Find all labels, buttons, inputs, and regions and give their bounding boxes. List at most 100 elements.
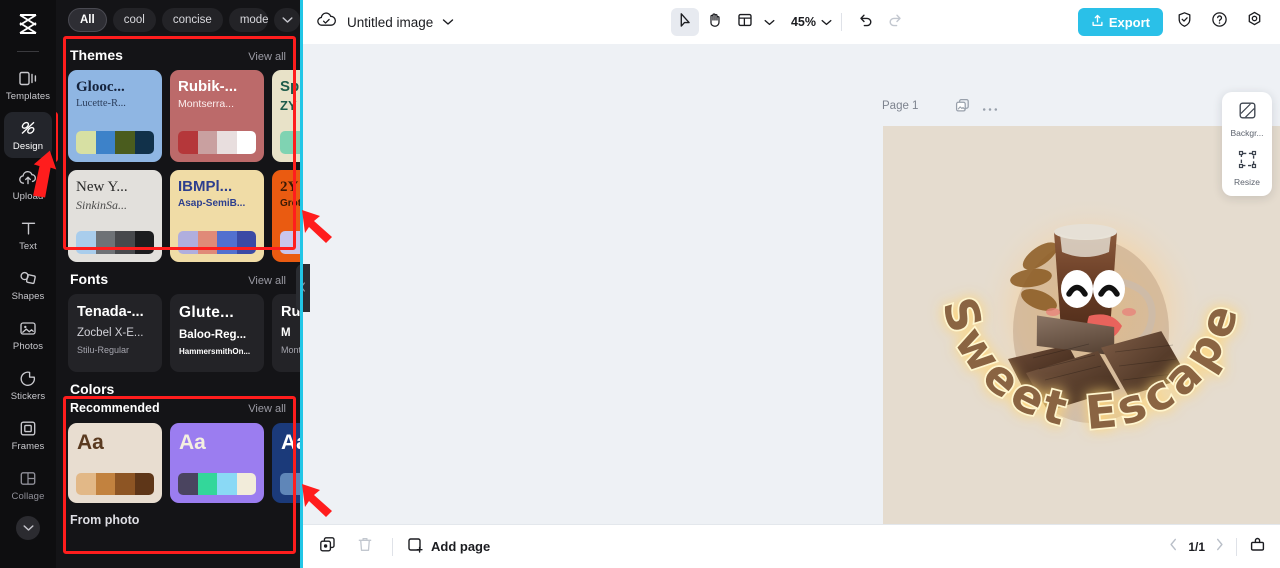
sidebar-item-templates[interactable]: Templates [4, 62, 52, 108]
colors-recommended-label: Recommended [70, 401, 160, 415]
canvas-area[interactable]: Page 1 Sweet Escape Backgr... Resize [300, 44, 1280, 524]
title-dropdown-chevron-icon[interactable] [442, 18, 454, 26]
bottom-bar: Add page 1/1 [300, 524, 1280, 568]
upload-icon [18, 168, 38, 188]
theme-font1: New Y... [76, 179, 128, 195]
resize-tool-button[interactable]: Resize [1224, 150, 1270, 187]
panel-collapse-handle[interactable] [296, 264, 310, 312]
themes-title: Themes [70, 47, 123, 63]
color-card[interactable]: Aa [272, 423, 300, 503]
sidebar-item-collage[interactable]: Collage [4, 462, 52, 508]
fonts-view-all-link[interactable]: View all [248, 275, 286, 287]
sidebar-item-upload[interactable]: Upload [4, 162, 52, 208]
themes-view-all-link[interactable]: View all [248, 51, 286, 63]
export-button[interactable]: Export [1077, 8, 1163, 36]
top-toolbar: Untitled image 45% Export [300, 0, 1280, 44]
theme-font2: Lucette-R... [76, 98, 126, 110]
filter-chip-cool[interactable]: cool [112, 8, 156, 32]
color-card[interactable]: Aa [170, 423, 264, 503]
font-card[interactable]: Glute... Baloo-Reg... HammersmithOn... [170, 294, 264, 372]
font-name-3: Stilu-Regular [77, 345, 130, 356]
theme-card[interactable]: Glooc... Lucette-R... [68, 70, 162, 162]
theme-card[interactable]: IBMPl... Asap-SemiB... [170, 170, 264, 262]
background-tool-button[interactable]: Backgr... [1224, 101, 1270, 138]
colors-view-all-link[interactable]: View all [248, 403, 286, 415]
theme-swatches [76, 131, 154, 154]
present-button[interactable] [1249, 536, 1266, 558]
sidebar-label-shapes: Shapes [11, 291, 45, 302]
color-card[interactable]: Aa [68, 423, 162, 503]
settings-button[interactable] [1240, 8, 1268, 36]
hand-pan-tool[interactable] [701, 8, 729, 36]
filter-chips-expand-button[interactable] [274, 8, 300, 32]
templates-icon [18, 68, 38, 88]
more-horizontal-icon[interactable] [982, 99, 998, 117]
filter-chip-modern[interactable]: modern [228, 8, 268, 32]
security-button[interactable] [1170, 8, 1198, 36]
sidebar-item-frames[interactable]: Frames [4, 412, 52, 458]
color-swatches [76, 473, 154, 495]
theme-card[interactable]: Rubik-... Montserra... [170, 70, 264, 162]
export-upload-icon [1091, 14, 1104, 31]
sidebar-item-text[interactable]: Text [4, 212, 52, 258]
font-name-3: HammersmithOn... [179, 346, 251, 356]
theme-font1: IBMPl... [178, 179, 233, 195]
layout-grid-tool[interactable] [731, 8, 759, 36]
sidebar-item-design[interactable]: Design [4, 112, 52, 158]
theme-card[interactable]: Sp ZY [272, 70, 300, 162]
add-page-icon [407, 537, 424, 557]
bottom-divider-2 [1236, 537, 1237, 556]
shield-check-icon [1176, 11, 1193, 33]
duplicate-button[interactable] [314, 534, 340, 560]
theme-swatches [280, 131, 300, 154]
page-tools [955, 98, 998, 118]
toolbar-divider [841, 13, 843, 31]
bottom-divider [392, 537, 393, 556]
sidebar-label-design: Design [12, 141, 44, 152]
theme-font1: 2Y [280, 179, 299, 195]
filter-chip-all[interactable]: All [68, 8, 107, 32]
color-card-aa: Aa [281, 431, 300, 454]
duplicate-page-icon[interactable] [955, 98, 970, 118]
resize-icon [1238, 150, 1257, 174]
theme-card[interactable]: New Y... SinkinSa... [68, 170, 162, 262]
layout-dropdown-chevron-icon[interactable] [764, 19, 775, 26]
redo-button[interactable] [881, 8, 909, 36]
sidebar-item-photos[interactable]: Photos [4, 312, 52, 358]
filter-chip-concise[interactable]: concise [161, 8, 223, 32]
theme-card[interactable]: 2Y Grot [272, 170, 300, 262]
sidebar-label-photos: Photos [12, 341, 44, 352]
font-name-1: Tenada-... [77, 304, 144, 320]
frames-icon [19, 418, 37, 438]
theme-swatches [178, 131, 256, 154]
prev-page-button[interactable] [1169, 538, 1178, 556]
help-button[interactable] [1205, 8, 1233, 36]
duplicate-icon [319, 536, 336, 558]
shapes-icon [19, 268, 38, 288]
artboard[interactable]: Sweet Escape [883, 126, 1280, 524]
expand-more-button[interactable] [16, 516, 40, 540]
zoom-dropdown-chevron-icon[interactable] [821, 19, 832, 26]
undo-button[interactable] [851, 8, 879, 36]
sidebar-item-shapes[interactable]: Shapes [4, 262, 52, 308]
sidebar-label-frames: Frames [11, 441, 45, 452]
sidebar-item-stickers[interactable]: Stickers [4, 362, 52, 408]
font-name-1: Glute... [179, 304, 234, 321]
fonts-title: Fonts [70, 271, 109, 287]
next-page-button[interactable] [1215, 538, 1224, 556]
add-page-button[interactable]: Add page [407, 537, 490, 557]
cloud-saved-icon[interactable] [316, 11, 337, 34]
theme-font1: Sp [280, 79, 300, 95]
cursor-select-tool[interactable] [670, 8, 699, 36]
background-tool-label: Backgr... [1230, 128, 1264, 138]
font-name-2: Zocbel X-E... [77, 327, 144, 340]
font-card[interactable]: Tenada-... Zocbel X-E... Stilu-Regular [68, 294, 162, 372]
page-nav: 1/1 [1169, 536, 1266, 558]
document-title[interactable]: Untitled image [347, 15, 433, 30]
color-card-aa: Aa [77, 431, 104, 454]
canvas-tools: 45% [670, 8, 909, 36]
zoom-level-value[interactable]: 45% [791, 15, 816, 29]
delete-button[interactable] [352, 534, 378, 560]
colors-title: Colors [70, 381, 115, 397]
theme-font2: ZY [280, 98, 297, 114]
